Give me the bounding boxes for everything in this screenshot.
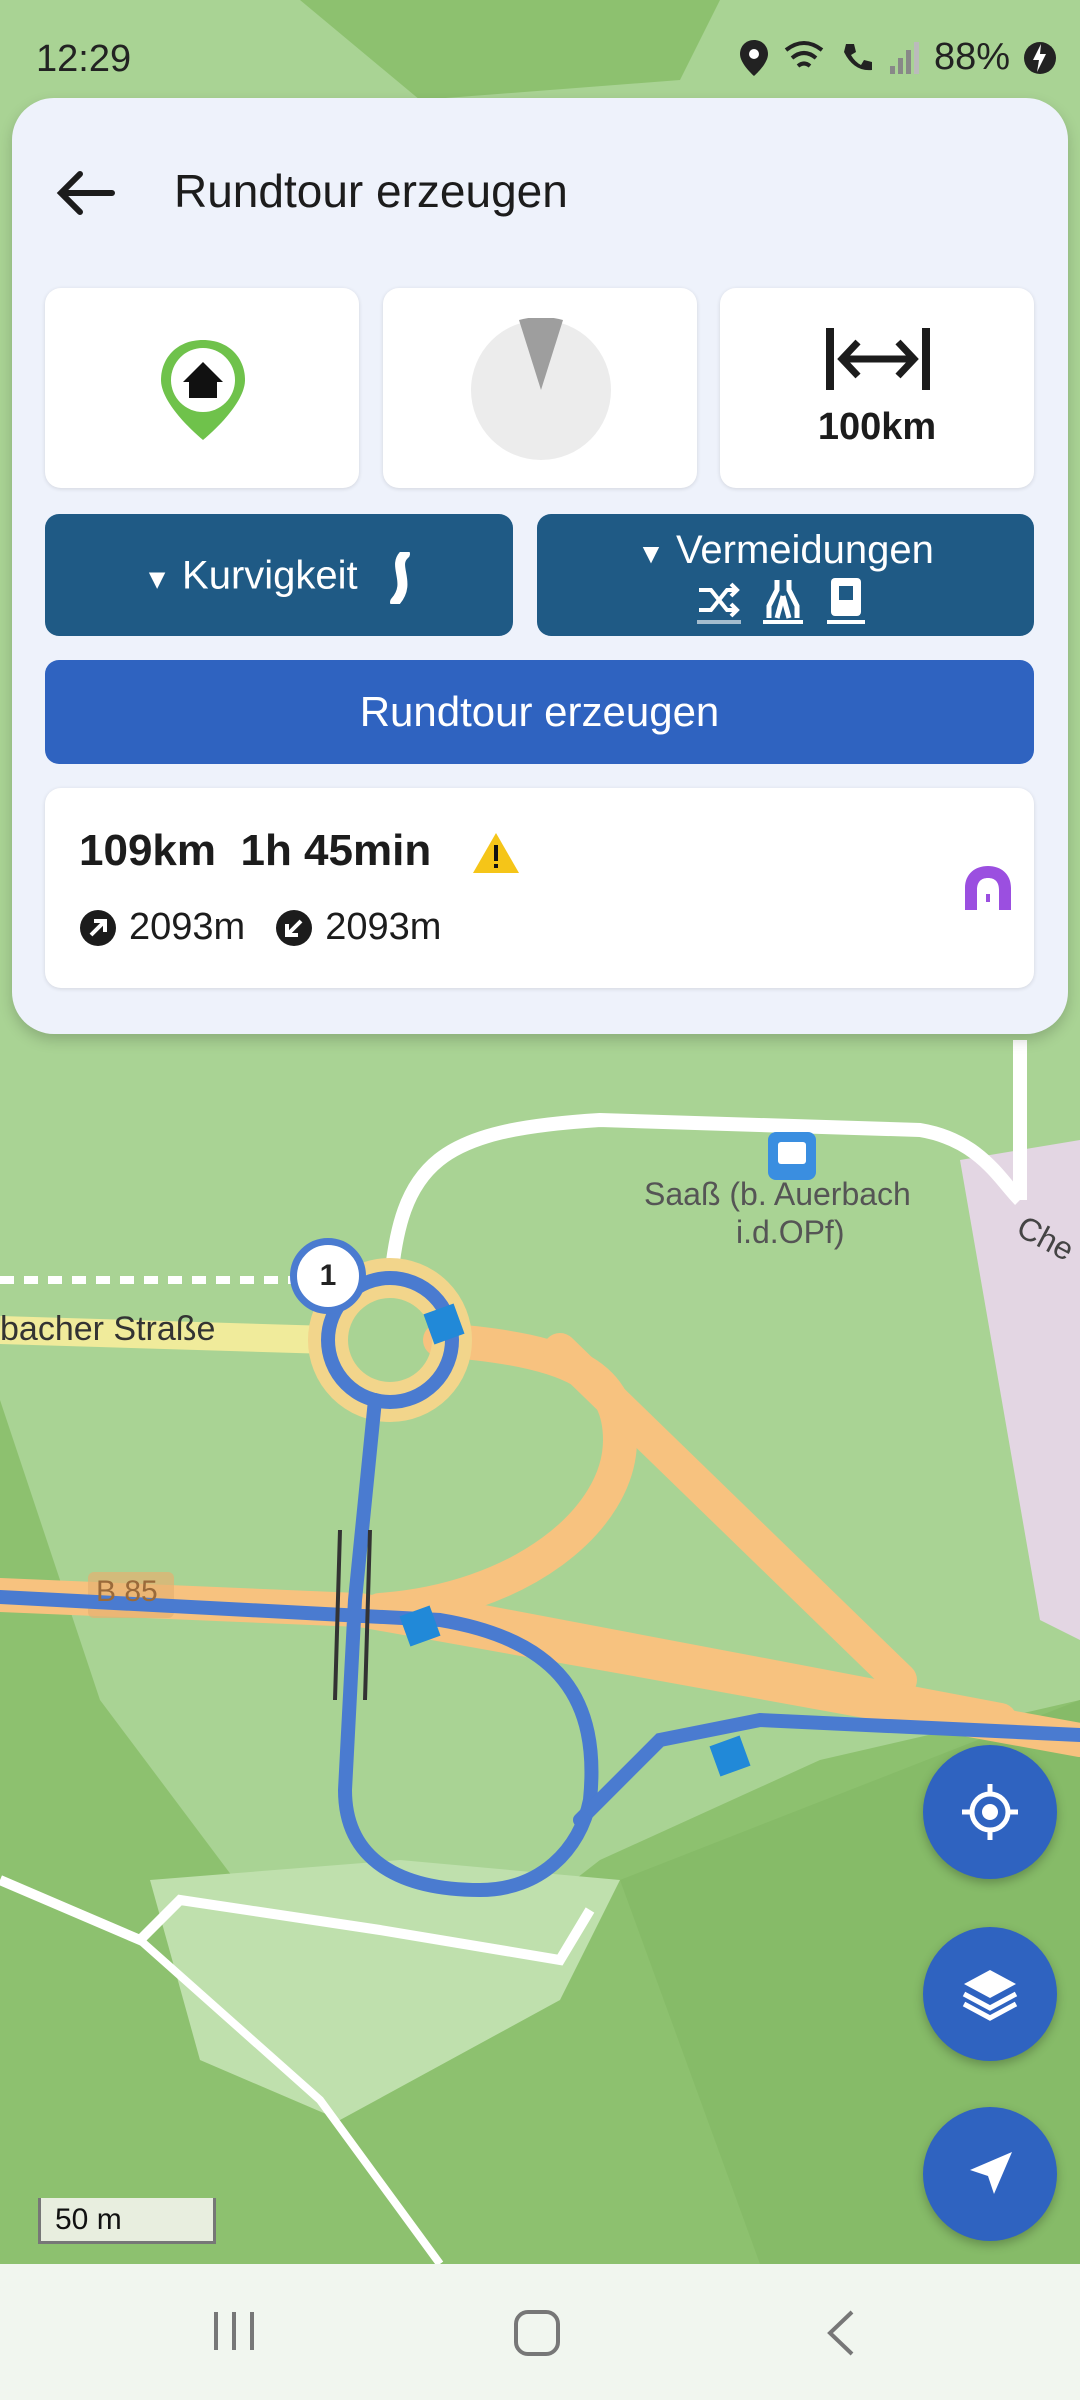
direction-card[interactable] xyxy=(383,288,697,488)
battery-percent: 88% xyxy=(933,36,1010,78)
distance-card[interactable]: 100km xyxy=(720,288,1034,488)
chevron-down-icon: ▼ xyxy=(143,563,171,595)
avoidances-dropdown[interactable]: ▼ Vermeidungen xyxy=(537,514,1034,636)
round-trip-panel: Rundtour erzeugen 100km ▼ Kurvigkeit ▼ V… xyxy=(12,98,1068,1034)
route-elevation: 2093m 2093m xyxy=(79,906,441,949)
panel-header: Rundtour erzeugen xyxy=(12,98,1068,288)
shuffle-icon xyxy=(697,582,741,624)
battery-icon xyxy=(1024,41,1056,74)
curviness-dropdown[interactable]: ▼ Kurvigkeit xyxy=(45,514,513,636)
locate-button[interactable] xyxy=(923,1745,1057,1879)
street-label: bacher Straße xyxy=(0,1310,216,1348)
stop-label-line2: i.d.OPf) xyxy=(736,1214,845,1250)
locate-icon xyxy=(962,1784,1018,1840)
tunnel-icon[interactable] xyxy=(963,864,1013,910)
navigate-button[interactable] xyxy=(923,2107,1057,2241)
back-arrow-icon[interactable] xyxy=(56,168,116,218)
home-icon[interactable] xyxy=(512,2308,562,2358)
toll-icon xyxy=(827,578,865,624)
route-summary-main: 109km 1h 45min xyxy=(79,826,521,876)
waypoint-number: 1 xyxy=(319,1259,337,1292)
status-icons: 88% xyxy=(739,36,1056,79)
layers-button[interactable] xyxy=(923,1927,1057,2061)
ascent-icon xyxy=(80,909,116,946)
descent-value: 2093m xyxy=(325,906,442,948)
location-icon xyxy=(739,39,768,76)
back-icon[interactable] xyxy=(822,2308,858,2358)
generate-round-trip-button[interactable]: Rundtour erzeugen xyxy=(45,660,1034,764)
road-label: B 85 xyxy=(96,1575,158,1608)
warning-icon[interactable] xyxy=(471,831,521,875)
route-duration: 1h 45min xyxy=(240,826,432,875)
distance-value: 100km xyxy=(817,406,937,448)
curviness-label: Kurvigkeit xyxy=(182,553,358,598)
route-distance: 109km xyxy=(79,826,217,875)
home-pin-icon xyxy=(161,340,245,440)
waypoint-marker[interactable]: 1 xyxy=(290,1238,366,1314)
route-summary-card[interactable]: 109km 1h 45min 2093m 2093m xyxy=(45,788,1034,988)
avoidances-label-row: ▼ Vermeidungen xyxy=(537,528,1034,573)
signal-icon xyxy=(889,41,919,74)
descent-icon xyxy=(276,909,313,946)
stop-label-line1: Saaß (b. Auerbach xyxy=(644,1176,911,1212)
navigate-icon xyxy=(970,2152,1012,2194)
direction-dial-icon xyxy=(471,318,611,460)
call-icon xyxy=(843,43,872,70)
distance-arrows-icon xyxy=(826,328,930,390)
scale-label: 50 m xyxy=(55,2203,122,2236)
page-title: Rundtour erzeugen xyxy=(174,165,568,217)
layers-icon xyxy=(962,1970,1018,2021)
recent-apps-icon[interactable] xyxy=(212,2308,256,2354)
system-nav-bar xyxy=(0,2264,1080,2400)
road-split-icon xyxy=(763,580,803,624)
curviness-label-row: ▼ Kurvigkeit xyxy=(45,549,513,607)
curve-road-icon xyxy=(389,549,410,607)
chevron-down-icon: ▼ xyxy=(637,538,665,569)
ascent-value: 2093m xyxy=(129,906,246,948)
status-bar: 12:29 88% xyxy=(0,0,1080,110)
start-point-card[interactable] xyxy=(45,288,359,488)
map-scale: 50 m xyxy=(38,2198,216,2244)
avoidances-label: Vermeidungen xyxy=(675,528,934,572)
status-time: 12:29 xyxy=(36,38,132,80)
wifi-call-icon xyxy=(784,40,824,68)
